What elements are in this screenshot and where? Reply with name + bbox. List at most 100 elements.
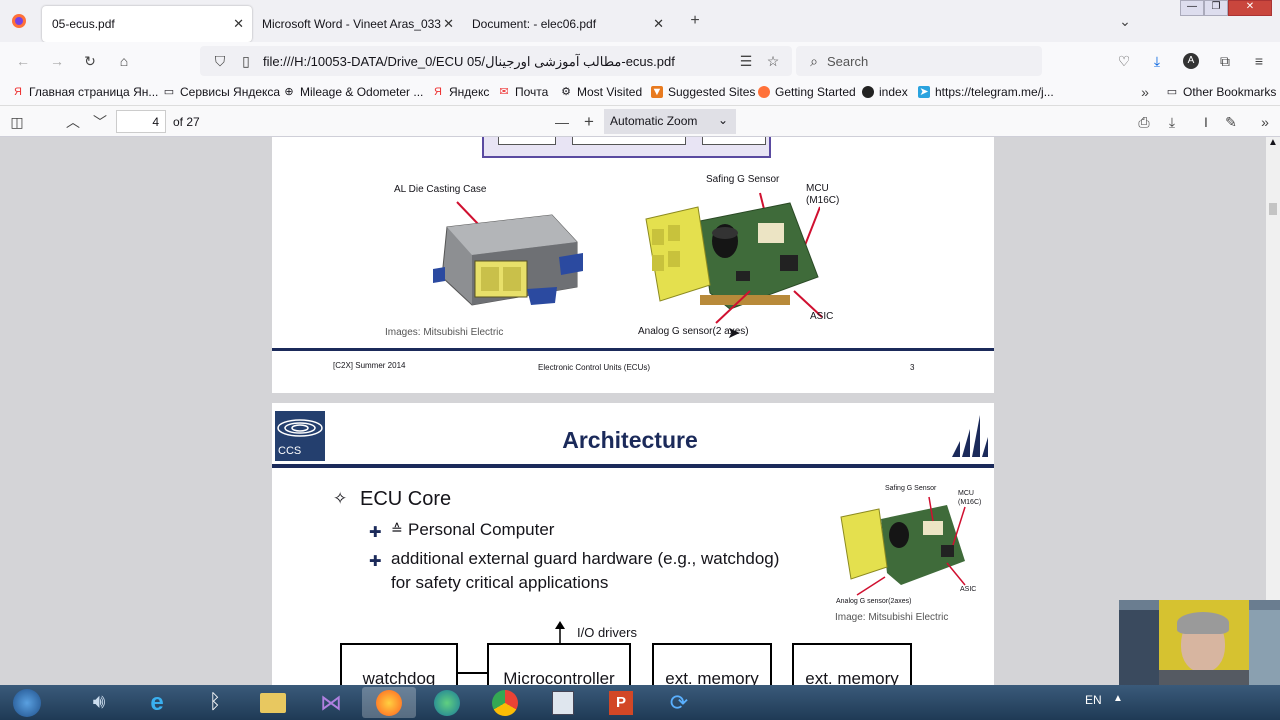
back-icon[interactable]: ←	[14, 52, 32, 70]
text-tool-icon[interactable]: I	[1197, 113, 1215, 131]
label-safing: Safing G Sensor	[706, 174, 780, 185]
tab-elec06[interactable]: Document: - elec06.pdf ✕	[462, 6, 672, 42]
taskbar-firefox[interactable]	[362, 687, 416, 718]
taskbar-ie[interactable]: e	[130, 687, 184, 718]
taskbar-explorer[interactable]	[246, 687, 300, 718]
close-icon[interactable]: ✕	[653, 16, 664, 32]
print-icon[interactable]: ⎙	[1135, 113, 1153, 131]
firefox-icon	[758, 86, 770, 98]
webcam-person-hair	[1177, 612, 1229, 634]
ecu-board-thumbnail	[840, 496, 966, 596]
img-label-asic: ASIC	[960, 586, 977, 593]
save-icon[interactable]: ⤓	[1163, 113, 1181, 131]
bookmark-label: Главная страница Ян...	[29, 85, 159, 99]
more-bookmarks-chevron-icon[interactable]: »	[1137, 84, 1153, 100]
bookmark-label: https://telegram.me/j...	[935, 85, 1054, 99]
scroll-up-icon[interactable]: ▲	[1268, 137, 1278, 148]
zoom-out-icon[interactable]: —	[553, 113, 571, 131]
bookmark-telegram[interactable]: ➤ https://telegram.me/j...	[918, 85, 1054, 99]
bookmark-getting-started[interactable]: Getting Started	[758, 85, 856, 99]
taskbar-sync-app[interactable]: ⟳	[652, 687, 706, 718]
bookmark-star-icon[interactable]: ☆	[765, 53, 781, 69]
close-icon[interactable]: ✕	[233, 16, 244, 32]
webcam-background-shelf	[1119, 610, 1159, 685]
url-text[interactable]: file:///H:/10053-DATA/Drive_0/ECU 05/مطا…	[263, 54, 675, 70]
home-icon[interactable]: ⌂	[115, 52, 133, 70]
new-tab-icon[interactable]: +	[686, 12, 704, 30]
bullet-sub1: Personal Computer	[408, 520, 555, 539]
next-page-icon[interactable]: ﹀	[91, 113, 109, 131]
taskbar-editor[interactable]	[536, 687, 590, 718]
firefox-menu-icon[interactable]	[10, 12, 28, 30]
other-bookmarks[interactable]: ▭ Other Bookmarks	[1166, 85, 1277, 99]
close-window-icon[interactable]: ✕	[1228, 0, 1272, 16]
minimize-icon[interactable]: —	[1180, 0, 1204, 16]
chrome-icon	[492, 689, 518, 716]
bookmark-yandex-home[interactable]: Я Главная страница Ян...	[12, 85, 158, 99]
bookmark-label: Most Visited	[577, 85, 643, 99]
globe-icon: ⊕	[284, 86, 294, 98]
pdf-toolbar: ◫ ︿ ﹀ 4 of 27 — + Automatic Zoom ⌄ ⎙ ⤓ I…	[0, 106, 1280, 137]
footer-left: [C2X] Summer 2014	[333, 361, 406, 370]
language-indicator[interactable]: EN	[1085, 693, 1102, 707]
tools-chevron-icon[interactable]: »	[1256, 113, 1274, 131]
draw-icon[interactable]: ✎	[1222, 113, 1240, 131]
bookmark-yandex[interactable]: Я Яндекс	[432, 85, 489, 99]
maximize-icon[interactable]: ❐	[1204, 0, 1228, 16]
taskbar-globe-app[interactable]	[420, 687, 474, 718]
tab-word-document[interactable]: Microsoft Word - Vineet Aras_03307 ✕	[252, 6, 462, 42]
suggested-icon: ▼	[651, 86, 663, 98]
list-tabs-chevron-icon[interactable]: ⌄	[1116, 12, 1134, 30]
account-icon[interactable]: A	[1182, 52, 1200, 70]
pdf-page-4: CCS Architecture ✧ ECU Core ✚ ≙ Personal…	[272, 403, 994, 685]
bookmark-most-visited[interactable]: ⚙ Most Visited	[560, 85, 642, 99]
bookmark-index[interactable]: index	[862, 85, 908, 99]
navigation-bar: ← → ↻ ⌂ ⛉ ▯ file:///H:/10053-DATA/Drive_…	[0, 42, 1280, 80]
scroll-thumb[interactable]	[1269, 203, 1277, 215]
taskbar-powerpoint[interactable]: P	[594, 687, 648, 718]
zoom-in-icon[interactable]: +	[580, 112, 598, 131]
io-label: I/O drivers	[577, 625, 637, 640]
diagram-box-top	[482, 137, 771, 158]
bookmark-yandex-services[interactable]: ▭ Сервисы Яндекса	[163, 85, 280, 99]
diagram-inner-box	[572, 137, 686, 145]
taskbar-visual-studio[interactable]: ⋈	[304, 687, 358, 718]
pdf-viewer[interactable]: AL Die Casting Case Safing G Sensor MCU …	[0, 137, 1266, 685]
speaker-icon: 🔊︎	[92, 691, 106, 713]
start-button[interactable]	[2, 687, 52, 718]
downloads-icon[interactable]: ⤓	[1148, 52, 1166, 70]
taskbar-chrome[interactable]	[478, 687, 532, 718]
image-credit: Images: Mitsubishi Electric	[385, 327, 504, 338]
bookmark-suggested-sites[interactable]: ▼ Suggested Sites	[651, 85, 755, 99]
page-number-input[interactable]: 4	[116, 110, 166, 133]
windows-taskbar: 🔊︎ e ᛒ ⋈ P ⟳ EN ▲	[0, 685, 1280, 720]
search-bar[interactable]: ⌕ Search	[796, 46, 1042, 76]
reader-view-icon[interactable]: ☰	[738, 53, 754, 69]
hamburger-menu-icon[interactable]: ≡	[1250, 52, 1268, 70]
url-bar[interactable]: ⛉ ▯ file:///H:/10053-DATA/Drive_0/ECU 05…	[200, 46, 792, 76]
bookmark-mileage[interactable]: ⊕ Mileage & Odometer ...	[283, 85, 423, 99]
sidebar-toggle-icon[interactable]: ◫	[8, 113, 26, 131]
forward-icon[interactable]: →	[48, 52, 66, 70]
footer-page-number: 3	[910, 363, 915, 372]
shield-icon[interactable]: ⛉	[212, 53, 228, 69]
bookmark-mail[interactable]: ✉ Почта	[498, 85, 548, 99]
ext-memory-box-2: ext. memory	[792, 643, 912, 685]
telegram-icon: ➤	[918, 86, 930, 98]
previous-page-icon[interactable]: ︿	[64, 113, 82, 131]
slide-title: Architecture	[562, 427, 698, 453]
tab-bar: 05-ecus.pdf ✕ Microsoft Word - Vineet Ar…	[0, 0, 1280, 42]
pocket-icon[interactable]: ♡	[1115, 52, 1133, 70]
yandex-icon: Я	[14, 86, 22, 98]
ext-memory-box-1: ext. memory	[652, 643, 772, 685]
tray-expand-icon[interactable]: ▲	[1113, 693, 1123, 704]
internet-explorer-icon: e	[150, 688, 164, 716]
close-icon[interactable]: ✕	[441, 16, 454, 32]
reload-icon[interactable]: ↻	[81, 52, 99, 70]
extensions-icon[interactable]: ⧉	[1216, 52, 1234, 70]
taskbar-bluetooth[interactable]: ᛒ	[188, 687, 242, 718]
taskbar-volume-app[interactable]: 🔊︎	[72, 687, 126, 718]
webcam-overlay	[1119, 600, 1280, 685]
tab-05-ecus[interactable]: 05-ecus.pdf ✕	[42, 6, 252, 42]
zoom-select[interactable]: Automatic Zoom ⌄	[604, 109, 736, 134]
